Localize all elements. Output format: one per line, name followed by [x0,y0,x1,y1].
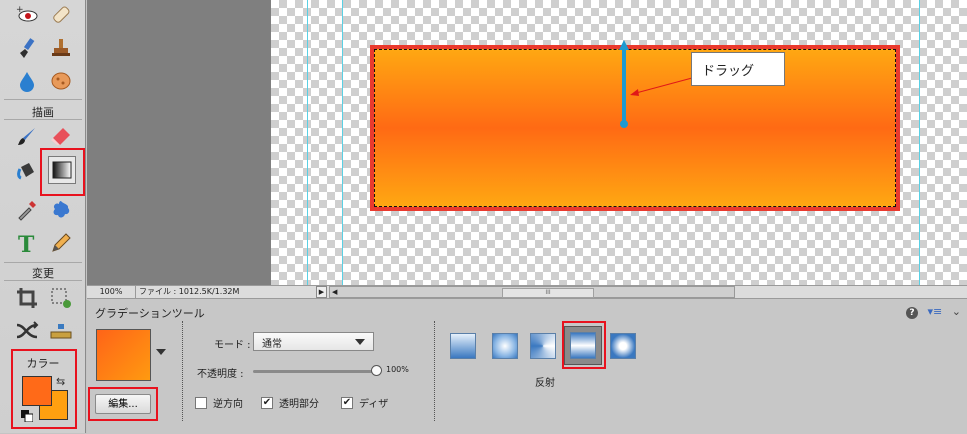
reverse-checkbox[interactable] [195,397,207,409]
mode-select-value: 通常 [262,339,282,350]
tool-options-title: グラデーションツール [95,307,205,320]
bandage-healing-tool-icon[interactable] [48,2,74,28]
modify-section-label: 変更 [32,267,54,280]
selection-marquee [374,49,896,207]
guide-line [307,0,308,285]
custom-shape-tool-icon[interactable] [48,197,74,223]
horizontal-scrollbar[interactable]: ◀ III [329,286,735,298]
section-divider [4,99,82,100]
collapse-chevron-icon[interactable]: ⌄ [952,305,961,318]
transparency-checkbox[interactable]: ✔ [261,397,273,409]
guide-line [342,0,343,285]
paint-bucket-tool-icon[interactable] [14,158,40,184]
drag-callout: ドラッグ [691,52,785,86]
gradient-picker-dropdown-icon[interactable] [156,349,166,355]
options-separator [182,321,183,421]
foreground-color-swatch[interactable] [22,376,52,406]
color-section-label: カラー [26,357,60,370]
options-separator [434,321,435,421]
dither-checkbox[interactable]: ✔ [341,397,353,409]
status-menu-arrow-icon[interactable]: ▶ [316,286,327,298]
mode-dropdown-icon[interactable] [355,339,365,345]
angle-gradient-button[interactable] [530,333,556,359]
default-colors-icon[interactable] [21,410,34,423]
panel-menu-icon[interactable]: ▾≡ [928,305,943,318]
pencil-tool-icon[interactable] [48,230,74,256]
crop-tool-icon[interactable] [14,285,40,311]
recompose-tool-icon[interactable] [48,285,74,311]
panel-controls: ? ▾≡ ⌄ [906,305,961,319]
smart-brush-tool-icon[interactable] [14,35,40,61]
type-tool-icon[interactable]: T [14,230,40,256]
opacity-slider-knob[interactable] [371,365,382,376]
gradient-tool-highlight [40,148,85,196]
tool-options-panel: グラデーションツール ? ▾≡ ⌄ 編集... モード : 通常 不透明度 : … [87,298,967,434]
blur-tool-icon[interactable] [14,68,40,94]
section-divider [4,262,82,263]
dither-label: ディザ [359,399,389,410]
scroll-left-icon[interactable]: ◀ [332,287,337,297]
clone-stamp-tool-icon[interactable] [48,35,74,61]
mode-label: モード : [214,340,251,351]
radial-gradient-button[interactable] [492,333,518,359]
status-bar: 100% ファイル : 1012.5K/1.32M ▶ ◀ III [87,285,967,299]
guide-line [919,0,920,285]
opacity-label: 不透明度 : [197,369,244,380]
section-divider [4,119,82,120]
help-icon[interactable]: ? [906,307,919,319]
file-size-info: ファイル : 1012.5K/1.32M [139,287,240,296]
opacity-value: 100% [386,365,409,374]
swap-colors-icon[interactable]: ⇆ [56,375,65,388]
red-eye-tool-icon[interactable]: + [14,2,40,28]
content-aware-move-tool-icon[interactable] [14,318,40,344]
reverse-label: 逆方向 [213,399,243,410]
draw-section-label: 描画 [32,106,54,119]
toolbox: + 描画 T 変更 カラー ⇆ [0,0,86,433]
gradient-preview-swatch[interactable] [96,329,151,381]
section-divider [4,280,82,281]
linear-gradient-button[interactable] [450,333,476,359]
straighten-tool-icon[interactable] [48,318,74,344]
opacity-slider-track[interactable] [253,370,373,373]
brush-tool-icon[interactable] [14,124,40,150]
edit-gradient-button[interactable]: 編集... [95,394,151,414]
transparency-label: 透明部分 [279,399,319,410]
mode-select[interactable]: 通常 [253,332,374,351]
eyedropper-tool-icon[interactable] [14,197,40,223]
scrollbar-thumb[interactable]: III [502,288,594,298]
zoom-level[interactable]: 100% [87,286,136,298]
reflected-gradient-highlight [562,321,606,369]
diamond-gradient-button[interactable] [610,333,636,359]
eraser-tool-icon[interactable] [48,124,74,150]
sponge-tool-icon[interactable] [48,68,74,94]
svg-text:T: T [18,232,35,255]
selected-gradient-type-label: 反射 [535,378,555,389]
